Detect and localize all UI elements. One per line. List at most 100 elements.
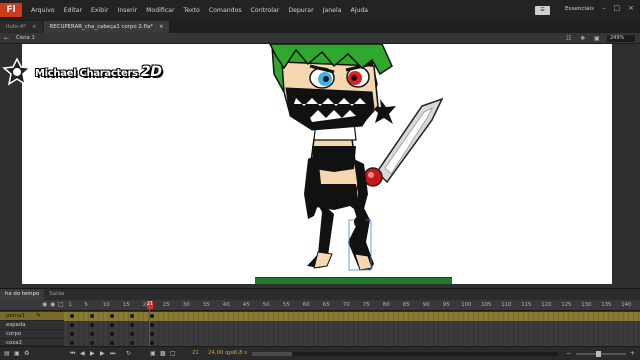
elapsed-time-readout[interactable]: 0,8 s bbox=[234, 350, 247, 356]
tab-label: ítulo-4* bbox=[6, 24, 26, 30]
ground-platform[interactable] bbox=[255, 277, 452, 284]
layer-name[interactable]: perna1 bbox=[6, 313, 25, 319]
keyframe-dot[interactable] bbox=[70, 323, 74, 327]
scene-breadcrumb[interactable]: Cena 1 bbox=[16, 35, 35, 41]
keyframe-dot[interactable] bbox=[90, 341, 94, 345]
tab-timeline[interactable]: ha do tempo bbox=[0, 289, 45, 300]
minimize-icon[interactable]: – bbox=[602, 4, 606, 12]
keyframe-dot[interactable] bbox=[90, 323, 94, 327]
keyframe-dot[interactable] bbox=[110, 332, 114, 336]
watermark: Michael Characters 2D bbox=[2, 58, 162, 86]
workspace-layout-button[interactable]: ☰ bbox=[535, 6, 550, 15]
ruler-frame-number: 45 bbox=[242, 302, 250, 308]
maximize-icon[interactable]: □ bbox=[614, 4, 621, 12]
slider-handle[interactable] bbox=[596, 351, 601, 357]
new-layer-icon[interactable]: ▤ bbox=[4, 350, 10, 357]
center-stage-icon[interactable]: ▣ bbox=[594, 35, 600, 42]
tab-label: RECUPERAR_cha_cabeça1 corpo 2.fla* bbox=[49, 24, 153, 30]
menu-arquivo[interactable]: Arquivo bbox=[31, 7, 55, 14]
menu-inserir[interactable]: Inserir bbox=[118, 7, 138, 14]
tab-document-recuperar[interactable]: RECUPERAR_cha_cabeça1 corpo 2.fla* × bbox=[43, 21, 170, 33]
timeline-zoom-slider[interactable] bbox=[576, 351, 626, 357]
menu-modificar[interactable]: Modificar bbox=[146, 7, 174, 14]
menu-bar: Fl Arquivo Editar Exibir Inserir Modific… bbox=[0, 0, 640, 20]
layer-row[interactable]: coxa2 bbox=[0, 339, 640, 346]
menu-texto[interactable]: Texto bbox=[184, 7, 200, 14]
ruler-frame-number: 140 bbox=[621, 302, 632, 308]
menu-editar[interactable]: Editar bbox=[64, 7, 82, 14]
keyframe-dot[interactable] bbox=[70, 314, 74, 318]
keyframe-dot[interactable] bbox=[130, 323, 134, 327]
ruler-frame-number: 40 bbox=[222, 302, 230, 308]
onion-skin-icon[interactable]: ▩ bbox=[160, 350, 166, 357]
zoom-field[interactable]: 249% bbox=[607, 35, 635, 42]
frame-rate-readout[interactable]: 24,00 qps bbox=[208, 350, 235, 356]
ruler-frame-number: 1 bbox=[68, 302, 72, 308]
close-icon[interactable]: × bbox=[159, 24, 164, 30]
ruler-frame-number: 50 bbox=[262, 302, 270, 308]
keyframe-dot[interactable] bbox=[130, 341, 134, 345]
layer-row[interactable]: perna1 ✎ bbox=[0, 312, 640, 321]
tab-document-untitled[interactable]: ítulo-4* × bbox=[0, 21, 43, 33]
edit-scene-icon[interactable]: ☷ bbox=[566, 35, 571, 42]
ruler-frame-number: 60 bbox=[302, 302, 310, 308]
layer-name[interactable]: corpo bbox=[6, 331, 21, 337]
torso bbox=[304, 138, 368, 219]
current-frame-readout[interactable]: 21 bbox=[192, 350, 199, 356]
ruler-frame-number: 55 bbox=[282, 302, 290, 308]
watermark-logo-icon bbox=[2, 58, 32, 86]
onion-outline-icon[interactable]: □ bbox=[170, 350, 176, 357]
keyframe-dot[interactable] bbox=[70, 332, 74, 336]
menu-controlar[interactable]: Controlar bbox=[251, 7, 280, 14]
sword-icon bbox=[363, 97, 444, 187]
step-back-icon[interactable]: ◀ bbox=[80, 350, 85, 357]
ruler-frame-number: 110 bbox=[501, 302, 512, 308]
loop-icon[interactable]: ↻ bbox=[126, 350, 131, 357]
keyframe-dot[interactable] bbox=[90, 314, 94, 318]
ruler-frame-number: 135 bbox=[601, 302, 612, 308]
ruler-frame-number: 120 bbox=[541, 302, 552, 308]
close-icon[interactable]: × bbox=[32, 24, 37, 30]
layer-row[interactable]: corpo bbox=[0, 330, 640, 339]
menu-ajuda[interactable]: Ajuda bbox=[350, 7, 368, 14]
ruler-frame-number: 130 bbox=[581, 302, 592, 308]
zoom-out-timeline-icon[interactable]: − bbox=[566, 350, 571, 357]
eye-icon[interactable]: ◉ bbox=[42, 301, 47, 308]
outline-icon[interactable]: □ bbox=[58, 301, 64, 308]
keyframe-dot[interactable] bbox=[90, 332, 94, 336]
menu-exibir[interactable]: Exibir bbox=[91, 7, 108, 14]
ruler-frame-number: 80 bbox=[382, 302, 390, 308]
back-arrow-icon[interactable]: ← bbox=[4, 35, 9, 42]
play-icon[interactable]: ▶ bbox=[90, 350, 95, 357]
keyframe-dot[interactable] bbox=[130, 314, 134, 318]
keyframe-dot[interactable] bbox=[110, 314, 114, 318]
keyframe-dot[interactable] bbox=[110, 341, 114, 345]
scrollbar-thumb[interactable] bbox=[252, 352, 292, 356]
layer-name[interactable]: espada bbox=[6, 322, 26, 328]
zoom-in-timeline-icon[interactable]: + bbox=[630, 350, 635, 357]
ruler-frame-number: 35 bbox=[202, 302, 210, 308]
document-tab-bar: ítulo-4* × RECUPERAR_cha_cabeça1 corpo 2… bbox=[0, 20, 640, 33]
last-frame-icon[interactable]: ⏭ bbox=[110, 350, 115, 358]
menu-comandos[interactable]: Comandos bbox=[209, 7, 242, 14]
tab-output[interactable]: Saída bbox=[44, 289, 69, 300]
keyframe-dot[interactable] bbox=[70, 341, 74, 345]
workspace-dropdown[interactable]: Essenciais bbox=[565, 6, 594, 12]
delete-layer-icon[interactable]: ♻ bbox=[24, 350, 29, 357]
layer-row[interactable]: espada bbox=[0, 321, 640, 330]
menu-janela[interactable]: Janela bbox=[323, 7, 342, 14]
close-icon[interactable]: × bbox=[628, 4, 634, 12]
keyframe-dot[interactable] bbox=[130, 332, 134, 336]
new-folder-icon[interactable]: ▣ bbox=[14, 350, 20, 357]
center-frame-icon[interactable]: ▣ bbox=[150, 350, 156, 357]
lock-icon[interactable]: ◉ bbox=[50, 301, 55, 308]
watermark-text: Michael Characters 2D bbox=[35, 64, 162, 80]
first-frame-icon[interactable]: ⏮ bbox=[70, 350, 75, 358]
panel-tab-bar: ha do tempo Saída bbox=[0, 288, 640, 300]
keyframe-dot[interactable] bbox=[110, 323, 114, 327]
playhead-frame-label[interactable]: 21 bbox=[147, 301, 153, 309]
menu-depurar[interactable]: Depurar bbox=[288, 7, 313, 14]
step-forward-icon[interactable]: ▶ bbox=[100, 350, 105, 357]
timeline-scrollbar[interactable] bbox=[252, 352, 558, 356]
edit-symbols-icon[interactable]: ❖ bbox=[580, 35, 585, 42]
